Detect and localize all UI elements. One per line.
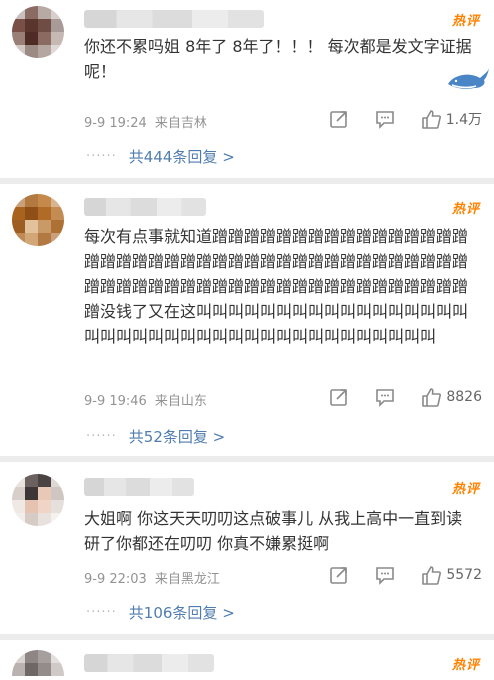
username-blurred[interactable] bbox=[84, 198, 206, 216]
comment-card: 热评 大姐啊 你这天天叨叨这点破事儿 从我上高中一直到读研了你都还在叨叨 你真不… bbox=[0, 462, 494, 634]
comment-text: 每次有点事就知道蹭蹭蹭蹭蹭蹭蹭蹭蹭蹭蹭蹭蹭蹭蹭蹭蹭蹭蹭蹭蹭蹭蹭蹭蹭蹭蹭蹭蹭蹭蹭蹭… bbox=[84, 227, 469, 346]
thumbs-up-icon[interactable] bbox=[420, 564, 442, 586]
comment-time: 9-9 19:46 bbox=[84, 394, 147, 409]
comment-icon[interactable] bbox=[374, 108, 396, 130]
comment-location: 来自山东 bbox=[154, 394, 207, 409]
reply-count-label: 共106条回复 > bbox=[128, 604, 235, 622]
view-replies-link[interactable]: ······ 共52条回复 > bbox=[86, 426, 225, 447]
comment-card: 热评 bbox=[0, 640, 494, 680]
share-icon[interactable] bbox=[328, 386, 350, 408]
username-blurred[interactable] bbox=[84, 10, 264, 28]
comment-location: 来自吉林 bbox=[154, 116, 207, 131]
comment-actions: 1.4万 bbox=[328, 108, 482, 130]
hot-comment-badge: 热评 bbox=[451, 202, 480, 217]
hot-comment-badge: 热评 bbox=[451, 14, 480, 29]
reply-dots: ······ bbox=[86, 605, 117, 620]
like-count: 8826 bbox=[446, 389, 482, 405]
like-count: 1.4万 bbox=[445, 112, 482, 128]
comment-actions: 8826 bbox=[328, 386, 482, 408]
comment-feed: 热评 你还不累吗姐 8年了 8年了！！！ 每次都是发文字证据呢！ 9-9 19:… bbox=[0, 0, 494, 680]
avatar[interactable] bbox=[12, 6, 64, 58]
comment-time: 9-9 22:03 bbox=[84, 572, 147, 587]
thumbs-up-icon[interactable] bbox=[420, 386, 442, 408]
view-replies-link[interactable]: ······ 共106条回复 > bbox=[86, 602, 235, 623]
like-count: 5572 bbox=[446, 567, 482, 583]
view-replies-link[interactable]: ······ 共444条回复 > bbox=[86, 146, 235, 167]
comment-meta: 9-9 19:24 来自吉林 bbox=[84, 112, 207, 131]
share-icon[interactable] bbox=[328, 108, 350, 130]
comment-actions: 5572 bbox=[328, 564, 482, 586]
reply-dots: ······ bbox=[86, 149, 117, 164]
hot-comment-badge: 热评 bbox=[451, 482, 480, 497]
share-icon[interactable] bbox=[328, 564, 350, 586]
comment-card: 热评 每次有点事就知道蹭蹭蹭蹭蹭蹭蹭蹭蹭蹭蹭蹭蹭蹭蹭蹭蹭蹭蹭蹭蹭蹭蹭蹭蹭蹭蹭蹭蹭… bbox=[0, 184, 494, 456]
username-blurred[interactable] bbox=[84, 478, 194, 496]
thumbs-up-icon[interactable] bbox=[420, 108, 442, 130]
reply-count-label: 共52条回复 > bbox=[128, 428, 226, 446]
comment-text: 你还不累吗姐 8年了 8年了！！！ 每次都是发文字证据呢！ bbox=[84, 37, 472, 81]
avatar[interactable] bbox=[12, 194, 64, 246]
avatar[interactable] bbox=[12, 650, 64, 680]
comment-icon[interactable] bbox=[374, 386, 396, 408]
comment-location: 来自黑龙江 bbox=[154, 572, 220, 587]
hot-comment-badge: 热评 bbox=[451, 658, 480, 673]
comment-text: 大姐啊 你这天天叨叨这点破事儿 从我上高中一直到读研了你都还在叨叨 你真不嫌累挺… bbox=[84, 509, 463, 553]
comment-icon[interactable] bbox=[374, 564, 396, 586]
comment-meta: 9-9 19:46 来自山东 bbox=[84, 390, 207, 409]
avatar[interactable] bbox=[12, 474, 64, 526]
comment-time: 9-9 19:24 bbox=[84, 116, 147, 131]
comment-card: 热评 你还不累吗姐 8年了 8年了！！！ 每次都是发文字证据呢！ 9-9 19:… bbox=[0, 0, 494, 178]
whale-sticker-icon bbox=[446, 64, 490, 94]
reply-dots: ······ bbox=[86, 429, 117, 444]
reply-count-label: 共444条回复 > bbox=[128, 148, 235, 166]
comment-meta: 9-9 22:03 来自黑龙江 bbox=[84, 568, 220, 587]
username-blurred[interactable] bbox=[84, 654, 214, 672]
